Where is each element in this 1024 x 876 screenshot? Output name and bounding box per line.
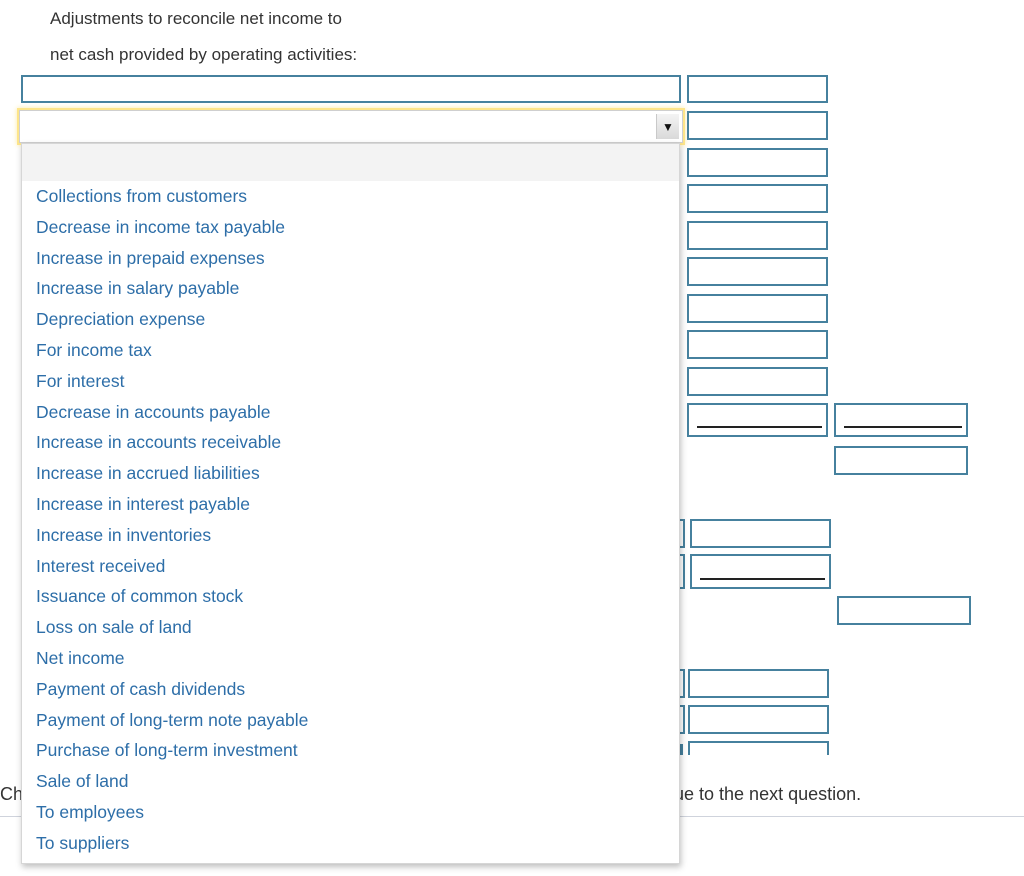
dropdown-option[interactable]: Increase in accounts receivable	[22, 427, 679, 458]
dropdown-option[interactable]: Increase in prepaid expenses	[22, 243, 679, 274]
amount-subtotal-input[interactable]	[687, 403, 828, 437]
amount-input-row-6[interactable]	[687, 257, 828, 286]
total-input-investing[interactable]	[837, 596, 971, 625]
amount-input-row-7[interactable]	[687, 294, 828, 323]
amount-input-row-8[interactable]	[687, 330, 828, 359]
footer-text-left: Ch	[0, 784, 24, 804]
dropdown-option[interactable]: To employees	[22, 797, 679, 828]
amount-input-row-3[interactable]	[687, 148, 828, 177]
dropdown-option[interactable]: Loss on sale of land	[22, 612, 679, 643]
amount-input-financing-3[interactable]	[688, 741, 829, 755]
amount-input-row-9[interactable]	[687, 367, 828, 396]
dropdown-option[interactable]: Payment of long-term note payable	[22, 705, 679, 736]
total-input-operating[interactable]	[834, 446, 968, 475]
dropdown-option[interactable]: Increase in interest payable	[22, 489, 679, 520]
dropdown-option[interactable]: Depreciation expense	[22, 304, 679, 335]
dropdown-option[interactable]: Net income	[22, 643, 679, 674]
description-input-financing-3-edge	[680, 744, 683, 755]
total-input-adjustments[interactable]	[834, 403, 968, 437]
heading-line-2: net cash provided by operating activitie…	[50, 45, 358, 64]
dropdown-option[interactable]: Decrease in accounts payable	[22, 397, 679, 428]
dropdown-option[interactable]: Increase in inventories	[22, 520, 679, 551]
amount-input-row-1[interactable]	[687, 75, 828, 103]
amount-input-row-4[interactable]	[687, 184, 828, 213]
dropdown-option[interactable]: Payment of cash dividends	[22, 674, 679, 705]
account-select-dropdown[interactable]: Collections from customers Decrease in in…	[21, 143, 680, 864]
dropdown-option[interactable]: Increase in accrued liabilities	[22, 458, 679, 489]
dropdown-option[interactable]: For interest	[22, 366, 679, 397]
amount-input-financing-2[interactable]	[688, 705, 829, 734]
footer-text-right: ue to the next question.	[674, 784, 862, 804]
amount-input-row-2[interactable]	[687, 111, 828, 140]
triangle-down-icon[interactable]: ▼	[656, 114, 679, 139]
heading-line-1: Adjustments to reconcile net income to	[50, 9, 342, 28]
dropdown-option[interactable]: Issuance of common stock	[22, 581, 679, 612]
dropdown-option[interactable]: To suppliers	[22, 828, 679, 859]
dropdown-option[interactable]: Collections from customers	[22, 181, 679, 212]
amount-input-row-5[interactable]	[687, 221, 828, 250]
dropdown-option-blank[interactable]	[22, 144, 679, 181]
dropdown-option[interactable]: Decrease in income tax payable	[22, 212, 679, 243]
dropdown-option[interactable]: Interest received	[22, 551, 679, 582]
amount-input-financing-1[interactable]	[688, 669, 829, 698]
account-select[interactable]: ▼	[19, 110, 683, 143]
amount-input-investing-2[interactable]	[690, 554, 831, 589]
amount-input-investing-1[interactable]	[690, 519, 831, 548]
dropdown-option[interactable]: Purchase of long-term investment	[22, 735, 679, 766]
description-input-row-1[interactable]	[21, 75, 681, 103]
dropdown-option[interactable]: For income tax	[22, 335, 679, 366]
dropdown-option[interactable]: Increase in salary payable	[22, 273, 679, 304]
dropdown-option[interactable]: Sale of land	[22, 766, 679, 797]
